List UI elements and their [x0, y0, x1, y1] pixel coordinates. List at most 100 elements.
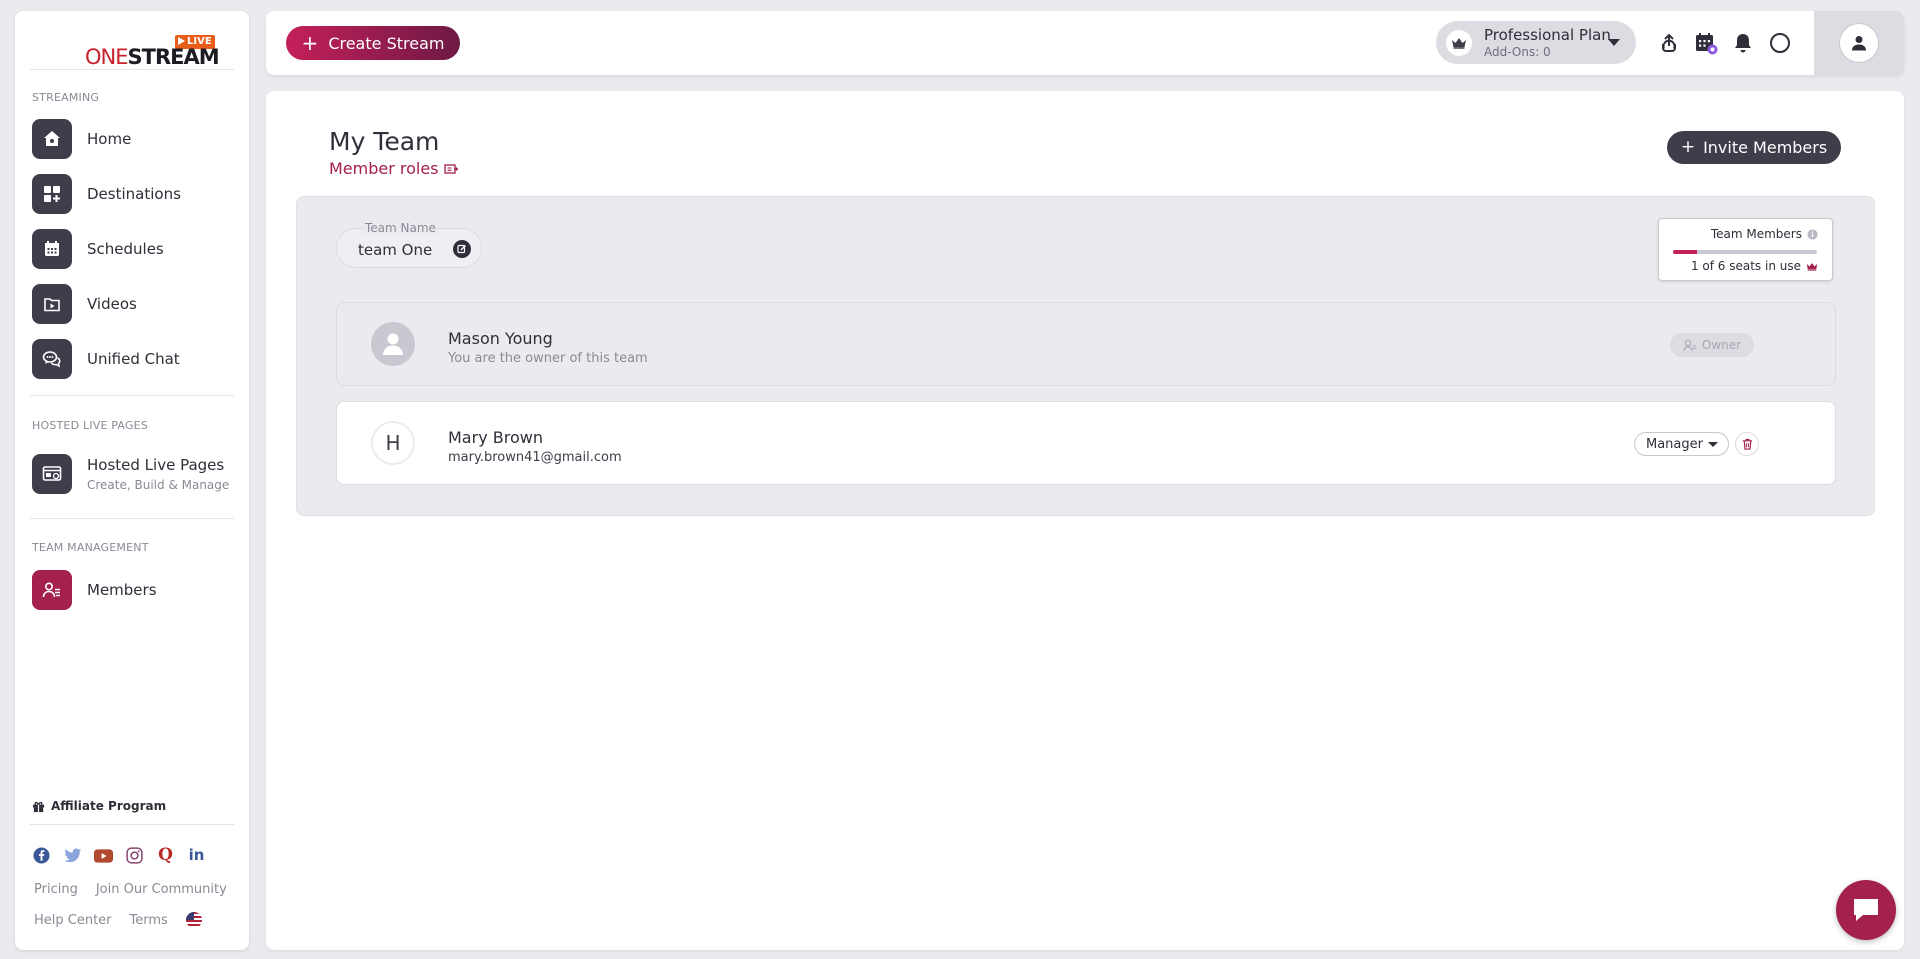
sidebar-item-destinations[interactable]: Destinations — [32, 173, 242, 215]
sidebar-item-label: Destinations — [87, 185, 181, 203]
member-name: Mary Brown — [448, 428, 543, 447]
profile-area — [1814, 11, 1904, 75]
plus-icon: + — [301, 31, 319, 55]
upload-icon[interactable] — [1657, 31, 1681, 55]
terms-link[interactable]: Terms — [130, 913, 168, 928]
plus-icon: + — [1680, 137, 1696, 157]
owner-badge: Owner — [1670, 333, 1754, 357]
us-flag-icon[interactable] — [185, 912, 202, 928]
avatar — [371, 322, 415, 366]
sidebar-item-videos[interactable]: Videos — [32, 283, 242, 325]
sidebar-item-sublabel: Create, Build & Manage — [87, 478, 230, 492]
invite-members-label: Invite Members — [1703, 138, 1828, 157]
logo-wordmark: ONESTREAM — [85, 45, 220, 69]
member-roles-link[interactable]: Member roles — [329, 159, 458, 178]
sidebar-item-label: Videos — [87, 295, 137, 313]
support-chat-button[interactable] — [1836, 880, 1896, 940]
user-icon — [1852, 36, 1866, 51]
plan-name: Professional Plan — [1484, 25, 1611, 44]
home-icon — [32, 119, 72, 159]
affiliate-label: Affiliate Program — [51, 799, 167, 813]
seats-title: Team Members — [1711, 227, 1818, 241]
affiliate-program-link[interactable]: Affiliate Program — [32, 799, 166, 813]
top-bar: + Create Stream Professional Plan Add-On… — [266, 11, 1904, 75]
members-icon — [32, 570, 72, 610]
calendar-live-icon[interactable] — [1694, 31, 1718, 55]
footer-links-row-2: Help Center Terms — [34, 912, 202, 928]
divider — [30, 395, 234, 396]
crown-icon — [1446, 29, 1472, 56]
seats-progress-fill — [1673, 250, 1697, 254]
sidebar: LIVE ONESTREAM STREAMING Home Destinatio… — [15, 11, 249, 950]
chevron-down-icon — [1608, 39, 1620, 46]
section-title-hosted-live-pages: HOSTED LIVE PAGES — [32, 419, 149, 432]
profile-avatar-button[interactable] — [1839, 23, 1879, 63]
crown-icon — [1806, 262, 1818, 271]
chat-icon — [32, 339, 72, 379]
sidebar-item-home[interactable]: Home — [32, 118, 242, 160]
web-page-icon — [32, 454, 72, 494]
user-silhouette-icon — [383, 333, 403, 355]
create-stream-label: Create Stream — [328, 33, 445, 53]
help-center-link[interactable]: Help Center — [34, 913, 112, 928]
info-icon[interactable] — [1807, 228, 1818, 240]
avatar: H — [371, 421, 415, 465]
member-subtitle: You are the owner of this team — [448, 351, 648, 366]
member-row-owner: Mason Young You are the owner of this te… — [336, 302, 1836, 386]
delete-member-button[interactable] — [1735, 432, 1759, 456]
onestream-logo[interactable]: LIVE ONESTREAM — [70, 23, 220, 69]
seats-text: 1 of 6 seats in use — [1691, 259, 1818, 273]
member-name: Mason Young — [448, 329, 553, 348]
seats-usage-card: Team Members 1 of 6 seats in use — [1658, 218, 1833, 281]
section-title-team-management: TEAM MANAGEMENT — [32, 541, 149, 554]
gift-icon — [32, 801, 45, 812]
sidebar-item-hosted-live-pages[interactable]: Hosted Live Pages Create, Build & Manage — [32, 451, 242, 497]
facebook-icon[interactable] — [32, 846, 51, 865]
sidebar-item-label: Unified Chat — [87, 350, 180, 368]
bell-icon[interactable] — [1731, 31, 1755, 55]
twitter-icon[interactable] — [63, 846, 82, 865]
grid-plus-icon — [32, 174, 72, 214]
section-title-streaming: STREAMING — [32, 91, 100, 104]
chat-bubble-icon — [1854, 899, 1878, 921]
external-link-icon — [443, 163, 458, 174]
linkedin-icon[interactable]: in — [187, 846, 206, 865]
divider — [30, 518, 234, 519]
theme-toggle-icon[interactable] — [1768, 31, 1792, 55]
hosted-pages-text: Hosted Live Pages Create, Build & Manage — [87, 456, 229, 492]
sidebar-item-label: Hosted Live Pages — [87, 456, 225, 474]
role-select[interactable]: Manager — [1634, 432, 1729, 456]
plan-selector[interactable]: Professional Plan Add-Ons: 0 — [1436, 21, 1636, 64]
social-links: Q in — [32, 846, 206, 865]
calendar-icon — [32, 229, 72, 269]
seats-progress-bar — [1673, 250, 1817, 254]
team-name-field: Team Name team One — [336, 221, 482, 268]
owner-icon — [1683, 339, 1696, 351]
sidebar-item-label: Home — [87, 130, 132, 148]
quora-icon[interactable]: Q — [156, 846, 175, 865]
instagram-icon[interactable] — [125, 846, 144, 865]
trash-icon — [1742, 438, 1752, 450]
edit-icon[interactable] — [453, 240, 471, 258]
join-community-link[interactable]: Join Our Community — [96, 882, 227, 897]
sidebar-item-label: Members — [87, 581, 157, 599]
create-stream-button[interactable]: + Create Stream — [286, 26, 460, 60]
divider — [30, 69, 234, 70]
member-roles-label: Member roles — [329, 159, 439, 178]
invite-members-button[interactable]: + Invite Members — [1667, 131, 1841, 164]
chevron-down-icon — [1708, 442, 1718, 447]
sidebar-item-schedules[interactable]: Schedules — [32, 228, 242, 270]
team-name-label: Team Name — [363, 221, 438, 235]
youtube-icon[interactable] — [94, 846, 113, 865]
pricing-link[interactable]: Pricing — [34, 882, 78, 897]
sidebar-item-unified-chat[interactable]: Unified Chat — [32, 338, 242, 380]
member-row: H Mary Brown mary.brown41@gmail.com Mana… — [336, 401, 1836, 485]
sidebar-item-members[interactable]: Members — [32, 569, 242, 611]
plan-text: Professional Plan Add-Ons: 0 — [1484, 25, 1611, 59]
main-content: My Team Member roles + Invite Members Te… — [266, 91, 1904, 950]
footer-links-row-1: Pricing Join Our Community — [34, 882, 227, 897]
member-email: mary.brown41@gmail.com — [448, 450, 622, 465]
plan-addons: Add-Ons: 0 — [1484, 44, 1551, 59]
page-title: My Team — [329, 127, 440, 156]
sidebar-item-label: Schedules — [87, 240, 164, 258]
